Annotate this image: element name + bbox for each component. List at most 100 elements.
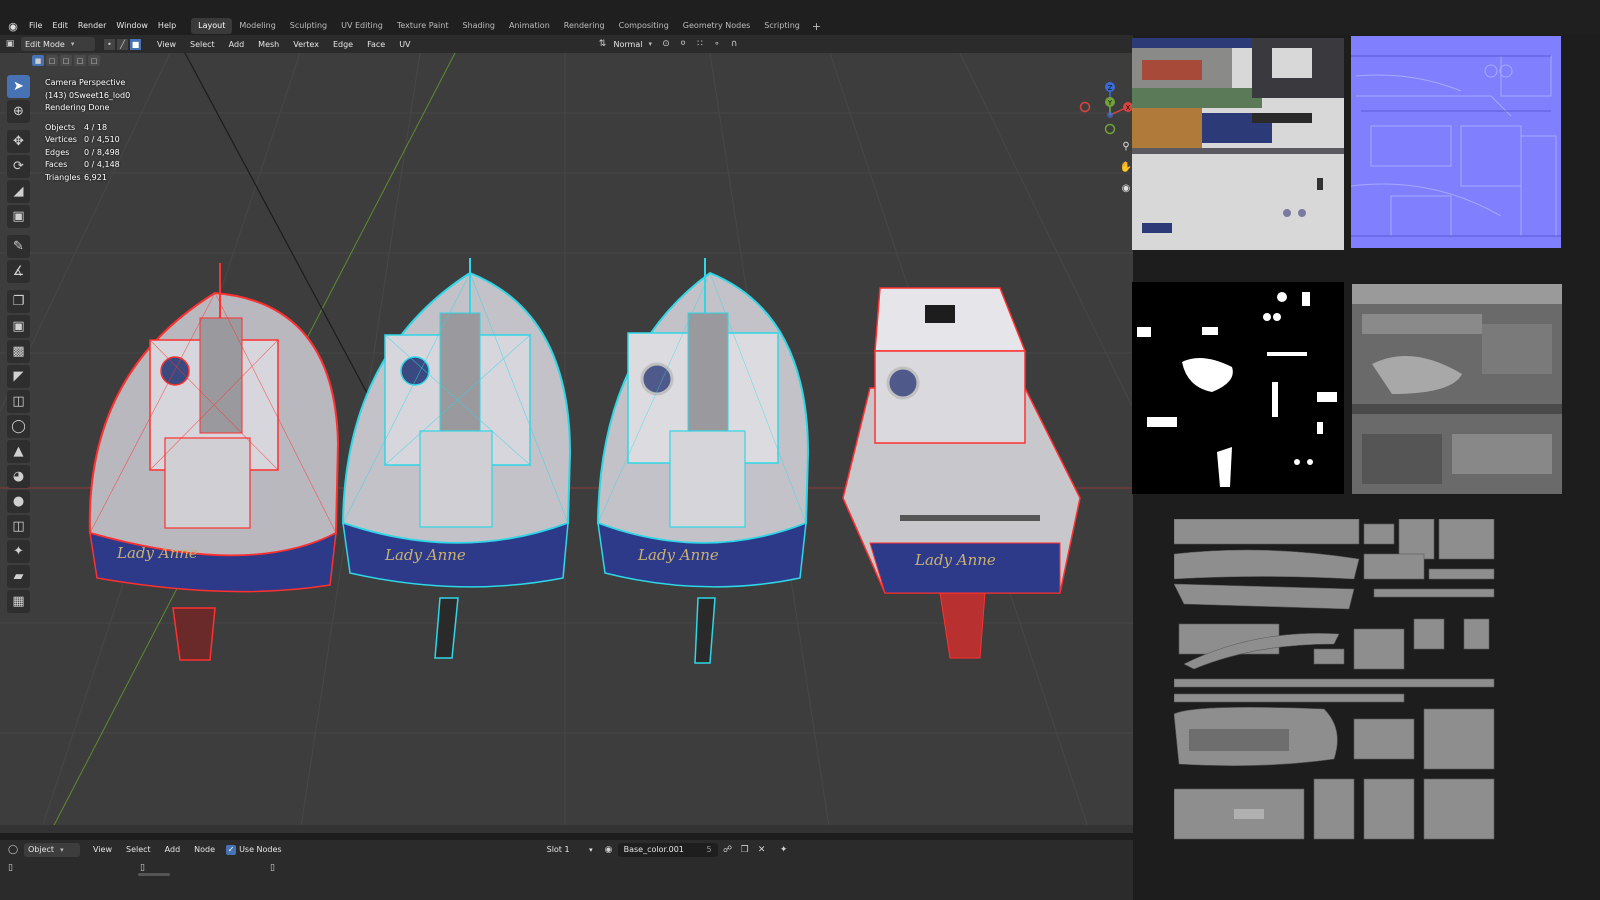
tab-sculpting[interactable]: Sculpting	[283, 18, 334, 34]
tab-modeling[interactable]: Modeling	[232, 18, 282, 34]
mode-dropdown[interactable]: Edit Mode ▾	[21, 37, 95, 51]
menu-file[interactable]: File	[24, 17, 47, 35]
blender-logo-icon[interactable]: ◉	[6, 19, 20, 33]
measure-tool-icon[interactable]: ∡	[7, 260, 30, 283]
menu-help[interactable]: Help	[153, 17, 181, 35]
shrink-fatten-tool-icon[interactable]: ✦	[7, 540, 30, 563]
face-menu[interactable]: Face	[360, 40, 392, 49]
fake-user-shield-icon[interactable]: ☍	[721, 843, 735, 857]
scale-tool-icon[interactable]: ◢	[7, 180, 30, 203]
tab-geometry-nodes[interactable]: Geometry Nodes	[676, 18, 757, 34]
material-name-field[interactable]: Base_color.001 5	[617, 842, 718, 857]
transform-tool-icon[interactable]: ▣	[7, 205, 30, 228]
use-nodes-checkbox[interactable]: ✓	[226, 844, 237, 855]
tab-uv-editing[interactable]: UV Editing	[334, 18, 390, 34]
move-tool-icon[interactable]: ✥	[7, 130, 30, 153]
add-cube-tool-icon[interactable]: ❐	[7, 290, 30, 313]
node-add-menu[interactable]: Add	[158, 845, 188, 854]
mesh-menu[interactable]: Mesh	[251, 40, 286, 49]
add-menu[interactable]: Add	[222, 40, 252, 49]
select-menu[interactable]: Select	[183, 40, 222, 49]
material-slot-dropdown[interactable]: Slot 1 ▾	[540, 842, 599, 857]
edge-menu[interactable]: Edge	[326, 40, 360, 49]
add-workspace-button[interactable]: +	[807, 20, 826, 33]
node-view-menu[interactable]: View	[86, 845, 119, 854]
select-box-tool-icon[interactable]: ➤	[7, 75, 30, 98]
falloff-icon[interactable]: ∩	[727, 37, 741, 51]
annotate-tool-icon[interactable]: ✎	[7, 235, 30, 258]
pin-icon[interactable]: ✦	[777, 843, 791, 857]
snap-toggle-icon[interactable]: ⚪	[676, 37, 690, 51]
workspace-tabs: Layout Modeling Sculpting UV Editing Tex…	[191, 18, 826, 34]
rip-tool-icon[interactable]: ▦	[7, 590, 30, 613]
metallic-map	[1137, 292, 1337, 487]
stat-row: Edges 0 / 8,498	[45, 147, 120, 157]
select-subtract-icon[interactable]: □	[60, 55, 72, 66]
snap-target-icon[interactable]: ∷	[693, 37, 707, 51]
boat-model-1[interactable]: Lady Anne	[88, 263, 340, 661]
tab-rendering[interactable]: Rendering	[557, 18, 612, 34]
tab-animation[interactable]: Animation	[502, 18, 557, 34]
knife-tool-icon[interactable]: ◯	[7, 415, 30, 438]
camera-view-icon[interactable]: ◉	[1118, 180, 1133, 196]
zoom-icon[interactable]: ⚲	[1118, 138, 1133, 154]
boat-model-2[interactable]: Lady Anne	[341, 258, 572, 659]
viewport-nav-buttons: ⚲ ✋ ◉	[1118, 138, 1133, 201]
menu-window[interactable]: Window	[111, 17, 153, 35]
boat-model-4[interactable]: Lady Anne	[842, 287, 1081, 659]
stat-row: Vertices 0 / 4,510	[45, 135, 120, 144]
loop-cut-tool-icon[interactable]: ◫	[7, 390, 30, 413]
duplicate-material-icon[interactable]: ❐	[738, 843, 752, 857]
rotate-tool-icon[interactable]: ⟳	[7, 155, 30, 178]
svg-text:Y: Y	[1107, 99, 1113, 107]
material-browse-icon[interactable]: ◉	[602, 843, 616, 857]
tab-shading[interactable]: Shading	[455, 18, 502, 34]
select-invert-icon[interactable]: □	[74, 55, 86, 66]
editor-type-icon[interactable]: ◯	[6, 843, 20, 857]
selection-mode-subheader: ■ □ □ □ □	[32, 55, 102, 66]
cursor-tool-icon[interactable]: ⊕	[7, 100, 30, 123]
edge-slide-tool-icon[interactable]: ◫	[7, 515, 30, 538]
spin-tool-icon[interactable]: ◕	[7, 465, 30, 488]
vertex-select-icon[interactable]: •	[103, 37, 116, 51]
tab-compositing[interactable]: Compositing	[612, 18, 676, 34]
shader-type-dropdown[interactable]: Object ▾	[24, 842, 80, 857]
select-intersect-icon[interactable]: □	[88, 55, 100, 66]
gizmo-neg-y[interactable]	[1104, 123, 1116, 135]
tab-scripting[interactable]: Scripting	[757, 18, 807, 34]
smooth-tool-icon[interactable]: ●	[7, 490, 30, 513]
tab-texture-paint[interactable]: Texture Paint	[390, 18, 456, 34]
active-object-name: (143) 0Sweet16_lod0	[45, 90, 131, 100]
transform-orientation-icon[interactable]: ⇅	[596, 37, 610, 51]
bevel-tool-icon[interactable]: ◤	[7, 365, 30, 388]
pivot-point-icon[interactable]: ⊙	[659, 37, 673, 51]
horizontal-scrollbar[interactable]	[138, 873, 170, 876]
menu-render[interactable]: Render	[73, 17, 111, 35]
node-select-menu[interactable]: Select	[119, 845, 158, 854]
inset-tool-icon[interactable]: ▩	[7, 340, 30, 363]
pan-hand-icon[interactable]: ✋	[1118, 159, 1133, 175]
poly-build-tool-icon[interactable]: ▲	[7, 440, 30, 463]
vertex-menu[interactable]: Vertex	[286, 40, 326, 49]
orientation-dropdown[interactable]: Normal ▾	[610, 37, 656, 51]
extrude-tool-icon[interactable]: ▣	[7, 315, 30, 338]
face-select-icon[interactable]: ■	[129, 37, 142, 51]
unlink-material-close-icon[interactable]: ✕	[755, 843, 769, 857]
editor-type-icon[interactable]: ▣	[3, 37, 17, 51]
navigation-gizmo[interactable]: Z Y X	[1075, 75, 1133, 145]
proportional-edit-icon[interactable]: ∘	[710, 37, 724, 51]
node-menu[interactable]: Node	[187, 845, 222, 854]
boat-name-label-2: Lady Anne	[384, 546, 466, 564]
view-menu[interactable]: View	[150, 40, 183, 49]
texture-maps-panel	[1132, 35, 1600, 865]
select-set-icon[interactable]: ■	[32, 55, 44, 66]
3d-viewport[interactable]: Lady Anne Lady Anne Lady Anne Lady Anne …	[0, 53, 1133, 833]
gizmo-neg-x[interactable]	[1079, 101, 1091, 113]
tab-layout[interactable]: Layout	[191, 18, 233, 34]
select-extend-icon[interactable]: □	[46, 55, 58, 66]
boat-model-3[interactable]: Lady Anne	[596, 258, 810, 664]
uv-menu[interactable]: UV	[392, 40, 417, 49]
edge-select-icon[interactable]: ╱	[116, 37, 129, 51]
shear-tool-icon[interactable]: ▰	[7, 565, 30, 588]
menu-edit[interactable]: Edit	[47, 17, 73, 35]
